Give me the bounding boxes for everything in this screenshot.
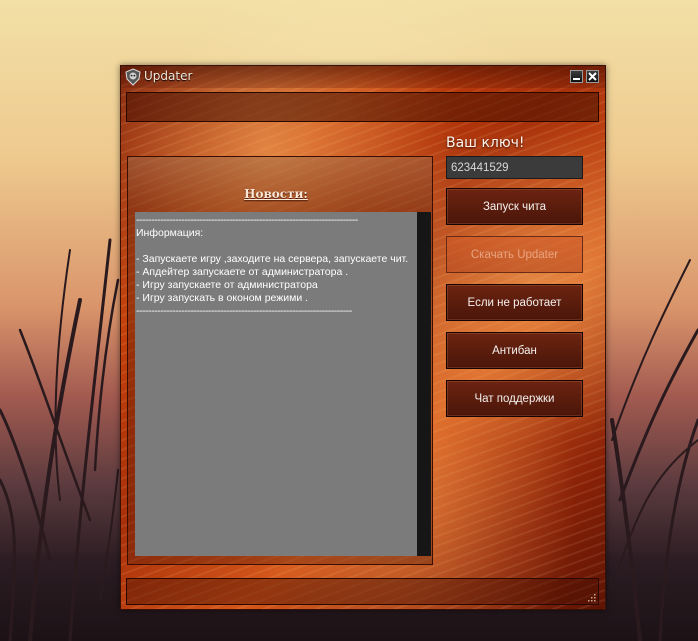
launch-cheat-button[interactable]: Запуск чита: [446, 188, 583, 225]
news-panel: Новости: -------------------------------…: [127, 156, 433, 565]
news-title: Новости:: [244, 187, 308, 201]
updater-window: Updater Новости: -----------------------…: [120, 65, 606, 610]
not-working-button[interactable]: Если не работает: [446, 284, 583, 321]
news-line: - Игру запускаете от администратора: [136, 279, 318, 291]
key-input[interactable]: [446, 156, 583, 179]
resize-grip-icon[interactable]: [588, 594, 596, 602]
antiban-button[interactable]: Антибан: [446, 332, 583, 369]
news-line: [136, 240, 415, 253]
shield-skull-icon: [125, 68, 141, 86]
news-textbox[interactable]: ----------------------------------------…: [135, 212, 417, 556]
title-bar[interactable]: Updater: [121, 66, 605, 88]
news-line: Информация:: [136, 227, 204, 239]
news-header: Новости:: [128, 157, 432, 212]
key-label: Ваш ключ!: [446, 135, 525, 151]
news-line: - Запускаете игру ,заходите на сервера, …: [136, 253, 409, 265]
status-bar: [126, 578, 599, 605]
news-scrollbar[interactable]: [417, 212, 431, 556]
support-chat-button[interactable]: Чат поддержки: [446, 380, 583, 417]
news-line: ----------------------------------------…: [136, 214, 358, 226]
download-updater-button[interactable]: Скачать Updater: [446, 236, 583, 273]
window-title: Updater: [144, 69, 193, 83]
close-button[interactable]: [586, 70, 599, 83]
header-banner: [126, 92, 599, 122]
news-line: - Игру запускать в оконом режими .: [136, 292, 309, 304]
news-line: - Апдейтер запускаете от администратора …: [136, 266, 349, 278]
minimize-button[interactable]: [570, 70, 583, 83]
news-line: ----------------------------------------…: [136, 305, 352, 317]
close-icon: [588, 72, 597, 81]
